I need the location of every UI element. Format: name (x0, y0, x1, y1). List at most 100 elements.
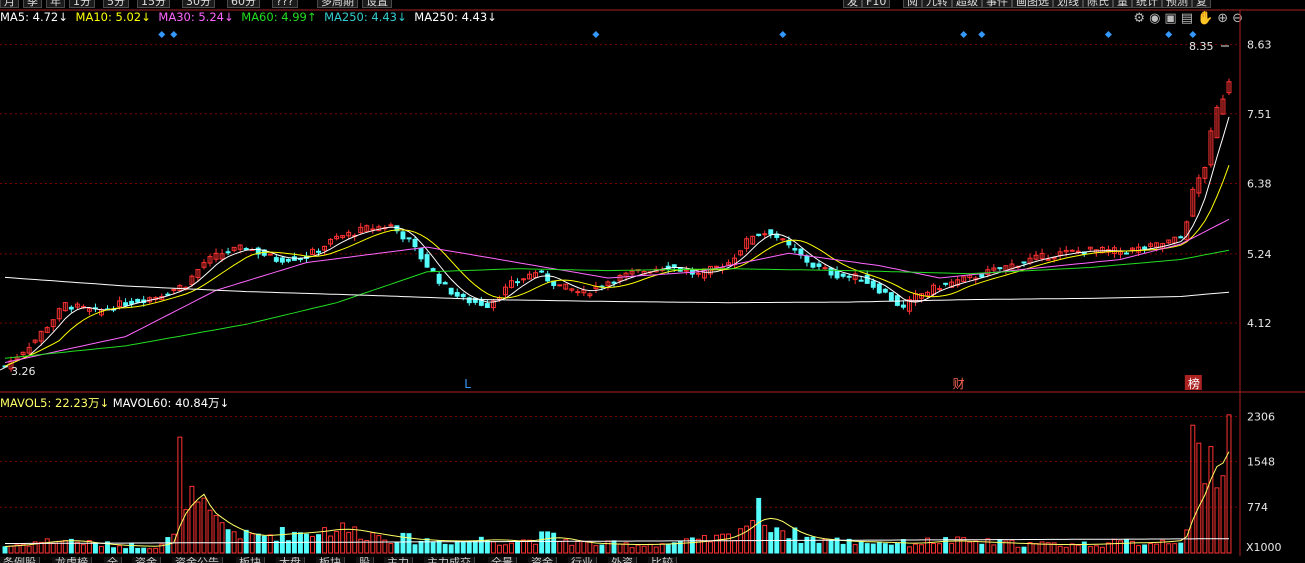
hand-icon[interactable]: ✋ (1197, 11, 1213, 26)
candle-body (937, 288, 943, 291)
candle-body (521, 278, 527, 281)
period-tab-6[interactable]: 30分 (182, 0, 215, 8)
period-tab-3[interactable]: 1分 (69, 0, 95, 8)
bottom-tab-3[interactable]: 资金 (132, 557, 161, 563)
candle-body (515, 281, 520, 284)
volume-bar (406, 533, 412, 554)
candle-body (2, 365, 8, 368)
volume-bar (14, 544, 20, 554)
candle-body (810, 262, 816, 268)
volume-bar (732, 539, 738, 554)
bottom-tab-15[interactable]: 比较 (648, 557, 677, 563)
right-side-strip (1297, 10, 1305, 555)
candle-body (1226, 81, 1232, 94)
tool-tab-3[interactable]: 九转 (922, 0, 952, 8)
candle-body (147, 297, 153, 303)
price-tick-label: 7.51 (1247, 108, 1272, 121)
bottom-tab-1[interactable]: 龙虎榜 (52, 557, 92, 563)
candle-body (605, 281, 611, 287)
volume-bar (677, 540, 683, 554)
candle-body (888, 292, 894, 301)
minus-icon[interactable]: ⊖ (1232, 11, 1243, 26)
volume-bar (1063, 546, 1069, 554)
tool-tab-11[interactable]: 预测 (1162, 0, 1192, 8)
candle-body (460, 293, 466, 298)
volume-bar (1166, 543, 1172, 554)
candle-body (129, 300, 135, 305)
volume-bar (683, 538, 689, 554)
tool-tab-1[interactable]: F10 (862, 0, 891, 8)
tool-tab-2[interactable]: 阅 (903, 0, 922, 8)
candle-body (852, 273, 858, 280)
candle-body (352, 234, 358, 237)
volume-bar (961, 537, 967, 554)
candle-body (255, 247, 261, 255)
bottom-tab-10[interactable]: 主力成交 (424, 557, 475, 563)
volume-bar (780, 530, 786, 554)
bottom-tab-8[interactable]: 股 (356, 557, 374, 563)
period-tab-5[interactable]: 15分 (137, 0, 170, 8)
stock-chart[interactable]: 8.63 7.51 6.38 5.24 4.12 2306 1548 774 X1000 8.35… (0, 0, 1305, 563)
volume-bar (997, 538, 1003, 554)
candle-body (316, 250, 321, 253)
tool-tab-5[interactable]: 事件 (982, 0, 1012, 8)
volume-bar (1003, 540, 1009, 554)
tool-tab-6[interactable]: 画图选 (1012, 0, 1053, 8)
candle-body (913, 293, 918, 303)
period-tab-4[interactable]: 5分 (103, 0, 129, 8)
candle-body (1196, 177, 1202, 194)
volume-bar (894, 542, 900, 554)
tool-tab-10[interactable]: 统计 (1132, 0, 1162, 8)
bottom-tab-0[interactable]: 条例股 (0, 557, 40, 563)
candle-body (732, 257, 738, 266)
lock-icon[interactable]: ▣ (1164, 11, 1176, 26)
period-tab-9[interactable]: 多周期 (317, 0, 358, 8)
volume-bar (1075, 544, 1081, 554)
bottom-tab-13[interactable]: 行业 (568, 557, 597, 563)
bottom-tab-9[interactable]: 主力 (384, 557, 413, 563)
volume-bar (701, 535, 707, 554)
candle-body (1105, 249, 1111, 253)
tool-tab-0[interactable]: 发 (843, 0, 862, 8)
candle-body (454, 292, 460, 297)
candle-body (382, 227, 388, 230)
volume-bar (153, 547, 159, 554)
calendar-icon[interactable]: ▤ (1181, 11, 1193, 26)
period-tab-1[interactable]: 季 (23, 0, 42, 8)
bottom-tab-14[interactable]: 外资 (608, 557, 637, 563)
tool-tab-4[interactable]: 超级 (952, 0, 982, 8)
candle-body (967, 274, 973, 279)
volume-bar (527, 539, 533, 554)
bottom-tab-11[interactable]: 全景 (488, 557, 517, 563)
candle-body (490, 300, 496, 309)
tool-tab-8[interactable]: 陈氏 (1083, 0, 1113, 8)
period-tab-10[interactable]: 设置 (362, 0, 392, 8)
tool-tab-7[interactable]: 划线 (1053, 0, 1083, 8)
eye-icon[interactable]: ◉ (1149, 11, 1160, 26)
candle-body (328, 238, 334, 245)
period-tab-0[interactable]: 月 (0, 0, 19, 8)
candle-body (738, 250, 744, 256)
bottom-tab-7[interactable]: 板块 (316, 557, 345, 563)
bottom-tab-6[interactable]: 大盘 (276, 557, 305, 563)
bottom-tab-2[interactable]: 全 (104, 557, 122, 563)
bottom-tab-5[interactable]: 板块 (236, 557, 265, 563)
candle-body (1130, 247, 1135, 251)
candle-body (340, 235, 346, 238)
tool-tab-9[interactable]: 量 (1113, 0, 1132, 8)
candle-body (1099, 246, 1105, 254)
settings-icon[interactable]: ⚙ (1133, 11, 1145, 26)
period-tab-2[interactable]: 年 (46, 0, 65, 8)
candle-body (44, 327, 50, 333)
candle-body (792, 248, 798, 251)
period-tab-8[interactable]: ??? (272, 0, 298, 8)
bottom-tab-12[interactable]: 资金 (528, 557, 557, 563)
plus-icon[interactable]: ⊕ (1217, 11, 1228, 26)
period-tab-7[interactable]: 60分 (227, 0, 260, 8)
volume-bar (1124, 539, 1129, 554)
volume-bar (864, 543, 870, 554)
bottom-tab-4[interactable]: 资金公告 (172, 557, 223, 563)
mavol60-label: MAVOL60: 40.84万↓ (112, 396, 230, 410)
tool-tab-12[interactable]: 复 (1192, 0, 1211, 8)
volume-tick-label: 1548 (1247, 455, 1275, 468)
